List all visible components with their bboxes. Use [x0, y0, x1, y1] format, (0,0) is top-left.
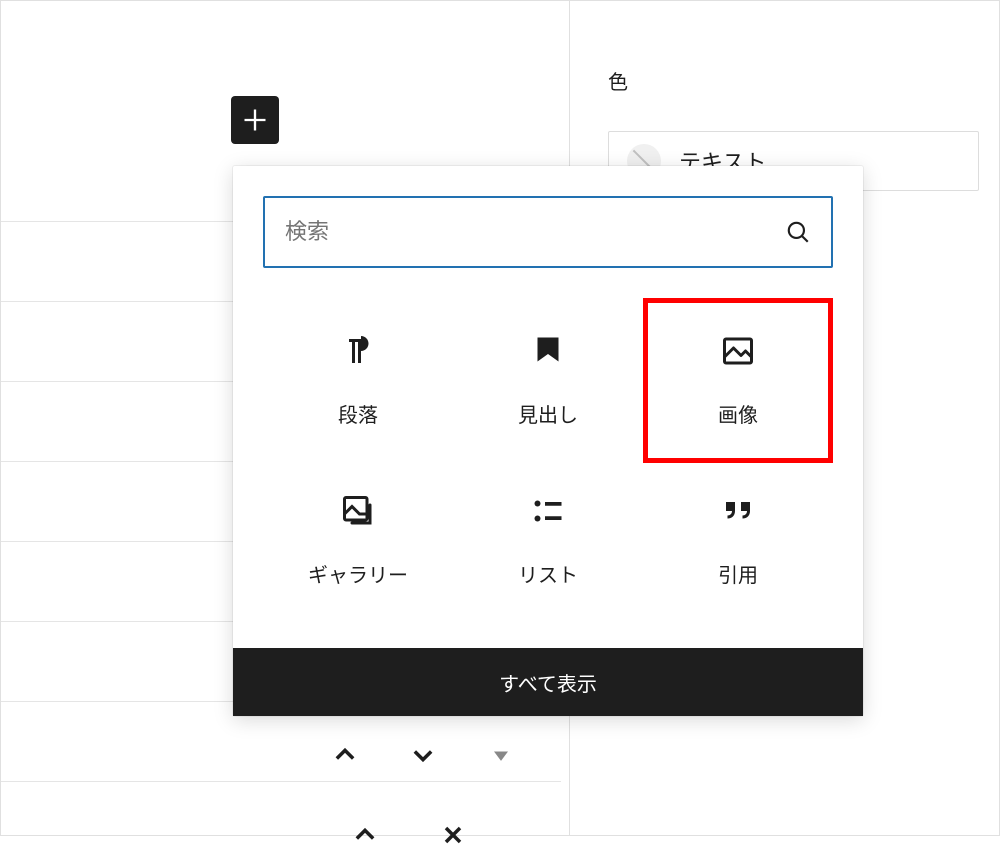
- block-list[interactable]: リスト: [453, 463, 643, 618]
- block-gallery[interactable]: ギャラリー: [263, 463, 453, 618]
- block-inserter-popover: 段落 見出し 画像 ギャラリー リスト: [233, 166, 863, 716]
- search-box: [263, 196, 833, 268]
- image-icon: [720, 333, 756, 369]
- search-input[interactable]: [285, 219, 785, 245]
- color-section-heading: 色: [608, 66, 628, 95]
- block-label: リスト: [518, 559, 578, 588]
- block-paragraph[interactable]: 段落: [263, 298, 453, 463]
- plus-icon: [241, 106, 269, 134]
- chevron-down-icon[interactable]: [409, 741, 437, 773]
- block-image[interactable]: 画像: [643, 298, 833, 463]
- paragraph-icon: [340, 333, 376, 369]
- show-all-button[interactable]: すべて表示: [233, 648, 863, 716]
- block-quote[interactable]: 引用: [643, 463, 833, 618]
- list-icon: [530, 493, 566, 529]
- close-icon[interactable]: [439, 821, 467, 853]
- block-label: 段落: [338, 399, 378, 428]
- block-label: 引用: [718, 559, 758, 588]
- heading-icon: [530, 333, 566, 369]
- block-label: 見出し: [518, 399, 578, 428]
- block-heading[interactable]: 見出し: [453, 298, 643, 463]
- block-label: ギャラリー: [308, 559, 408, 588]
- chevron-up-icon[interactable]: [351, 821, 379, 853]
- chevron-up-icon[interactable]: [331, 741, 359, 773]
- search-icon: [785, 219, 811, 245]
- nav-arrows: [331, 741, 515, 773]
- triangle-down-icon[interactable]: [487, 741, 515, 773]
- block-label: 画像: [718, 399, 758, 428]
- gallery-icon: [340, 493, 376, 529]
- add-block-button[interactable]: [231, 96, 279, 144]
- block-grid: 段落 見出し 画像 ギャラリー リスト: [233, 288, 863, 648]
- show-all-label: すべて表示: [499, 668, 597, 697]
- quote-icon: [720, 493, 756, 529]
- nav-arrows-2: [351, 821, 467, 853]
